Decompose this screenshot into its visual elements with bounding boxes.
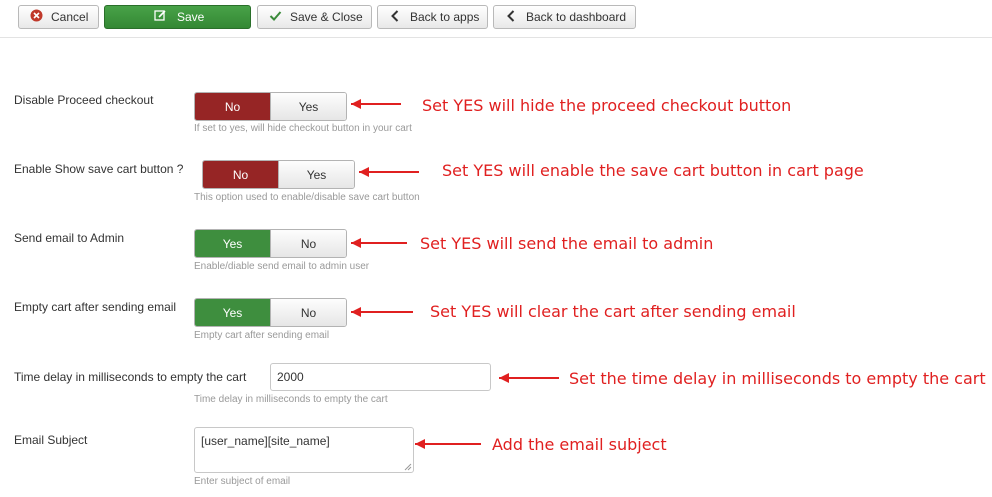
empty-cart-yes-option[interactable]: Yes [195, 299, 270, 326]
show-save-cart-no-option[interactable]: No [203, 161, 278, 188]
email-subject-textarea[interactable]: [user_name][site_name] [194, 427, 414, 473]
arrow-left-icon [351, 99, 401, 109]
back-to-dashboard-button[interactable]: Back to dashboard [493, 5, 636, 29]
arrow-left-icon [499, 373, 559, 383]
time-delay-label: Time delay in milliseconds to empty the … [14, 370, 247, 384]
back-to-apps-button[interactable]: Back to apps [377, 5, 488, 29]
disable-proceed-toggle[interactable]: No Yes [194, 92, 347, 121]
disable-proceed-label: Disable Proceed checkout [14, 93, 154, 107]
send-email-admin-yes-option[interactable]: Yes [195, 230, 270, 257]
cancel-icon [29, 9, 43, 25]
arrow-left-icon [359, 167, 419, 177]
disable-proceed-yes-option[interactable]: Yes [270, 93, 346, 120]
show-save-cart-hint: This option used to enable/disable save … [194, 192, 420, 203]
save-label: Save [177, 10, 205, 24]
empty-cart-annotation: Set YES will clear the cart after sendin… [430, 302, 796, 321]
time-delay-annotation: Set the time delay in milliseconds to em… [569, 369, 986, 388]
cancel-button[interactable]: Cancel [18, 5, 99, 29]
arrow-left-icon [351, 238, 407, 248]
send-email-admin-toggle[interactable]: Yes No [194, 229, 347, 258]
save-close-label: Save & Close [290, 10, 363, 24]
back-to-apps-label: Back to apps [410, 10, 480, 24]
toolbar: Cancel Save Save & Close Back to apps Ba… [0, 0, 992, 38]
email-subject-hint: Enter subject of email [194, 476, 291, 487]
send-email-admin-label: Send email to Admin [14, 231, 125, 245]
disable-proceed-no-option[interactable]: No [195, 93, 270, 120]
checkmark-icon [268, 9, 282, 25]
arrow-left-icon [351, 307, 413, 317]
email-subject-label: Email Subject [14, 433, 88, 447]
disable-proceed-hint: If set to yes, will hide checkout button… [194, 123, 412, 134]
time-delay-input[interactable] [270, 363, 491, 391]
time-delay-hint: Time delay in milliseconds to empty the … [194, 394, 388, 405]
email-subject-annotation: Add the email subject [492, 435, 667, 454]
back-to-dashboard-label: Back to dashboard [526, 10, 627, 24]
disable-proceed-annotation: Set YES will hide the proceed checkout b… [422, 96, 792, 115]
cancel-label: Cancel [51, 10, 89, 24]
edit-icon [153, 9, 167, 25]
send-email-admin-no-option[interactable]: No [270, 230, 346, 257]
chevron-left-icon [504, 9, 518, 25]
empty-cart-no-option[interactable]: No [270, 299, 346, 326]
show-save-cart-label: Enable Show save cart button ? [14, 162, 184, 176]
show-save-cart-yes-option[interactable]: Yes [278, 161, 354, 188]
save-button[interactable]: Save [104, 5, 251, 29]
empty-cart-hint: Empty cart after sending email [194, 330, 330, 341]
email-subject-value: [user_name][site_name] [201, 434, 330, 448]
chevron-left-icon [388, 9, 402, 25]
empty-cart-label: Empty cart after sending email [14, 300, 177, 314]
send-email-admin-annotation: Set YES will send the email to admin [420, 234, 714, 253]
resize-handle-icon[interactable] [404, 463, 412, 471]
send-email-admin-hint: Enable/diable send email to admin user [194, 261, 370, 272]
show-save-cart-annotation: Set YES will enable the save cart button… [442, 161, 864, 180]
save-close-button[interactable]: Save & Close [257, 5, 372, 29]
arrow-left-icon [415, 439, 481, 449]
empty-cart-toggle[interactable]: Yes No [194, 298, 347, 327]
show-save-cart-toggle[interactable]: No Yes [202, 160, 355, 189]
